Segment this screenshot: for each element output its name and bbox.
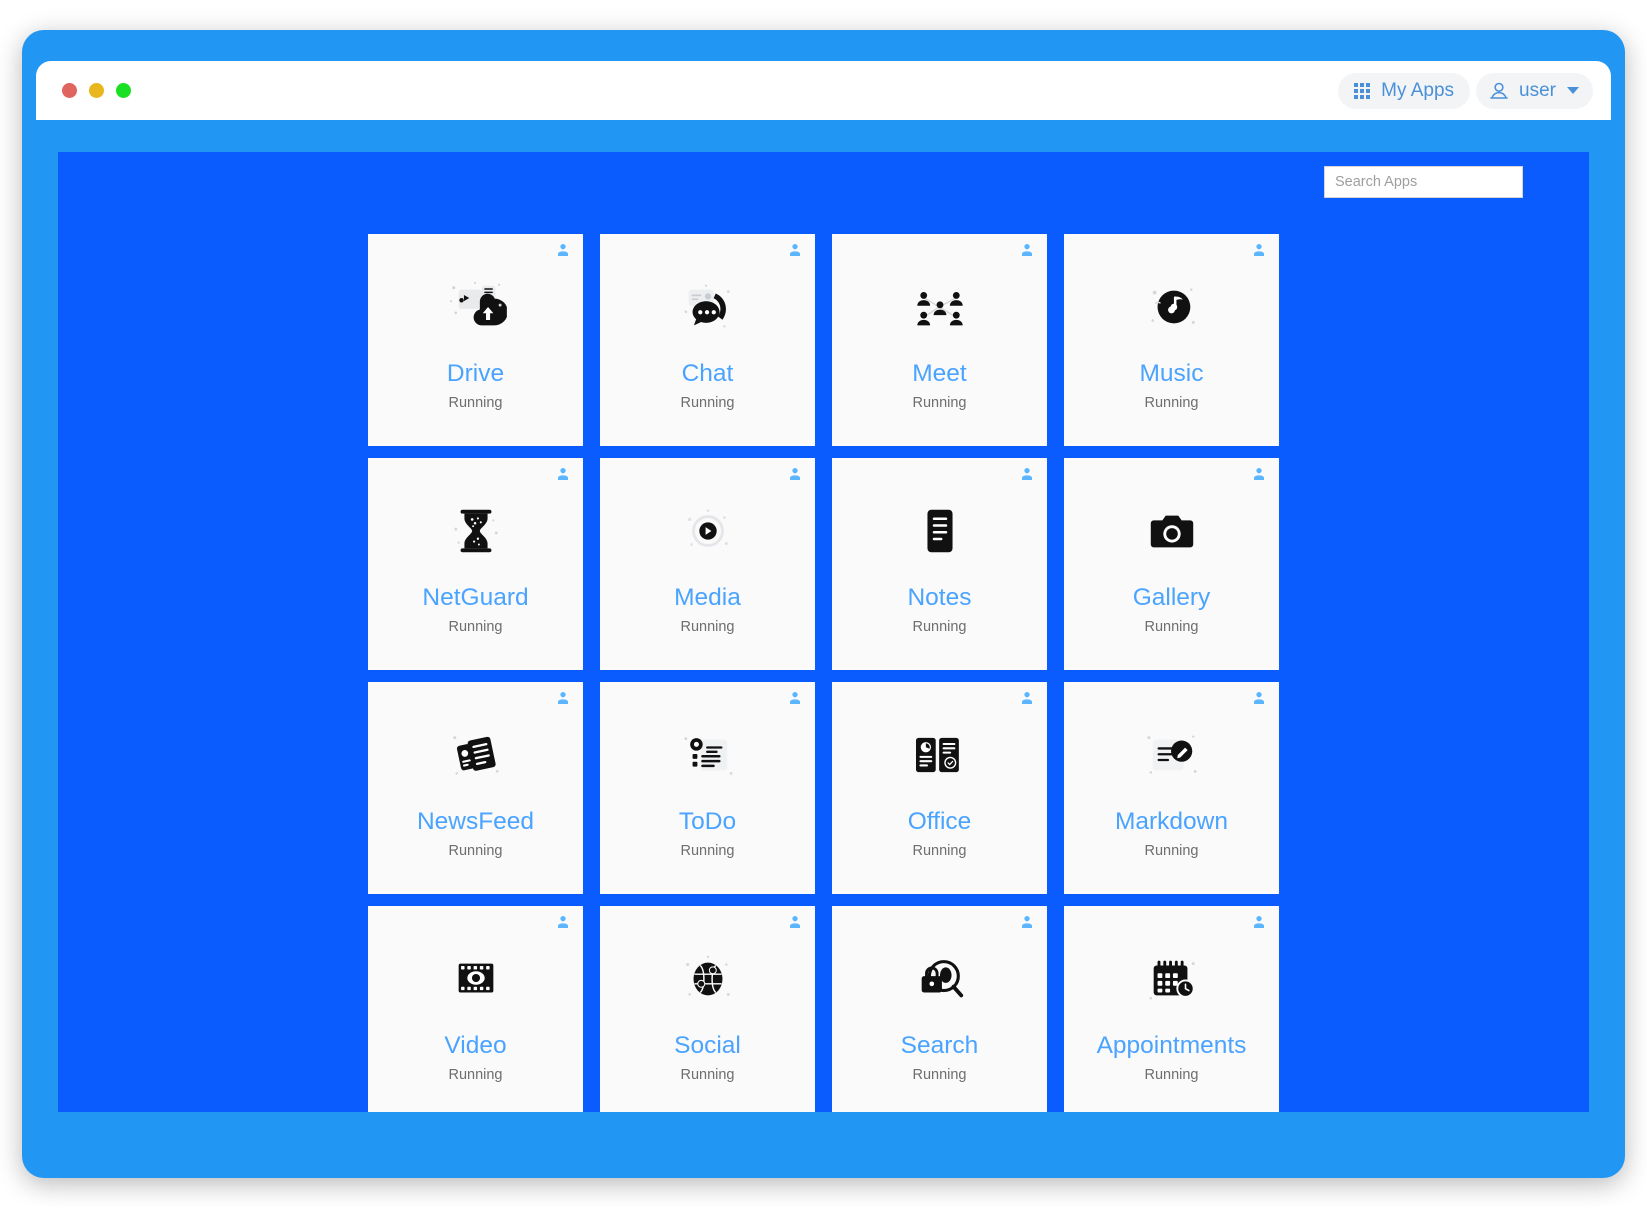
app-card-todo[interactable]: ToDo Running [600,682,815,894]
minimize-window-button[interactable] [89,83,104,98]
person-badge-icon [1251,466,1267,482]
globe-people-icon [677,950,739,1008]
app-name-label: Social [674,1032,741,1059]
app-status-label: Running [448,618,503,635]
apps-dashboard: Drive Running Chat Running Meet Running Music R… [58,152,1589,1112]
hourglass-icon [445,502,507,560]
person-icon [1488,80,1510,102]
app-status-label: Running [1144,618,1199,635]
person-badge-icon [787,242,803,258]
app-card-video[interactable]: Video Running [368,906,583,1112]
person-badge-icon [1019,242,1035,258]
app-status-label: Running [912,842,967,859]
app-card-media[interactable]: Media Running [600,458,815,670]
app-card-newsfeed[interactable]: NewsFeed Running [368,682,583,894]
person-badge-icon [1019,914,1035,930]
app-card-social[interactable]: Social Running [600,906,815,1112]
user-label: user [1519,79,1556,101]
person-badge-icon [555,242,571,258]
app-status-label: Running [448,842,503,859]
app-name-label: Meet [912,360,967,387]
person-badge-icon [555,690,571,706]
news-pages-icon [445,726,507,784]
app-card-netguard[interactable]: NetGuard Running [368,458,583,670]
camera-icon [1141,502,1203,560]
person-badge-icon [1019,690,1035,706]
user-menu-button[interactable]: user [1476,72,1593,109]
app-status-label: Running [680,842,735,859]
app-card-meet[interactable]: Meet Running [832,234,1047,446]
close-window-button[interactable] [62,83,77,98]
app-card-drive[interactable]: Drive Running [368,234,583,446]
app-card-gallery[interactable]: Gallery Running [1064,458,1279,670]
app-status-label: Running [1144,394,1199,411]
play-circle-icon [677,502,739,560]
app-status-label: Running [680,394,735,411]
app-name-label: Drive [446,360,505,387]
my-apps-button[interactable]: My Apps [1338,72,1471,109]
app-name-label: Gallery [1132,584,1211,611]
traffic-light-buttons [62,83,131,98]
person-badge-icon [787,914,803,930]
search-input[interactable] [1324,166,1523,198]
checklist-icon [677,726,739,784]
app-card-office[interactable]: Office Running [832,682,1047,894]
person-badge-icon [555,914,571,930]
app-status-label: Running [680,618,735,635]
my-apps-label: My Apps [1381,79,1455,101]
app-name-label: Markdown [1114,808,1228,835]
person-badge-icon [1019,466,1035,482]
title-bar-actions: My Apps user [1338,72,1593,109]
calendar-clock-icon [1141,950,1203,1008]
app-status-label: Running [912,394,967,411]
person-badge-icon [787,690,803,706]
app-name-label: Video [444,1032,507,1059]
pencil-document-icon [1141,726,1203,784]
documents-icon [909,726,971,784]
cloud-upload-icon [445,278,507,336]
music-note-disc-icon [1141,278,1203,336]
notepad-lines-icon [909,502,971,560]
person-badge-icon [1251,690,1267,706]
app-name-label: Office [907,808,972,835]
person-badge-icon [1251,914,1267,930]
app-card-search[interactable]: Search Running [832,906,1047,1112]
maximize-window-button[interactable] [116,83,131,98]
chat-bubble-icon [677,278,739,336]
browser-window: My Apps user DriveRunningChatRunningMeet… [22,30,1625,1178]
person-badge-icon [1251,242,1267,258]
app-name-label: NewsFeed [416,808,535,835]
app-card-chat[interactable]: Chat Running [600,234,815,446]
app-name-label: Search [900,1032,979,1059]
app-status-label: Running [1144,842,1199,859]
app-card-markdown[interactable]: Markdown Running [1064,682,1279,894]
app-name-label: Media [674,584,741,611]
app-name-label: ToDo [678,808,737,835]
app-card-appointments[interactable]: Appointments Running [1064,906,1279,1112]
app-status-label: Running [1144,1066,1199,1083]
app-name-label: Appointments [1096,1032,1247,1059]
search-bar-row [58,152,1589,198]
lock-magnifier-icon [909,950,971,1008]
app-name-label: Notes [907,584,972,611]
app-name-label: Chat [681,360,734,387]
person-badge-icon [787,466,803,482]
people-network-icon [909,278,971,336]
app-status-label: Running [680,1066,735,1083]
app-status-label: Running [912,618,967,635]
caret-down-icon [1567,87,1579,94]
app-card-music[interactable]: Music Running [1064,234,1279,446]
app-status-label: Running [912,1066,967,1083]
app-status-label: Running [448,394,503,411]
person-badge-icon [555,466,571,482]
app-name-label: Music [1139,360,1204,387]
app-name-label: NetGuard [422,584,529,611]
app-status-label: Running [448,1066,503,1083]
app-grid: Drive Running Chat Running Meet Running Music R… [58,234,1589,1112]
grid-apps-icon [1354,82,1371,99]
title-bar: My Apps user [36,61,1611,120]
film-eye-icon [445,950,507,1008]
app-card-notes[interactable]: Notes Running [832,458,1047,670]
